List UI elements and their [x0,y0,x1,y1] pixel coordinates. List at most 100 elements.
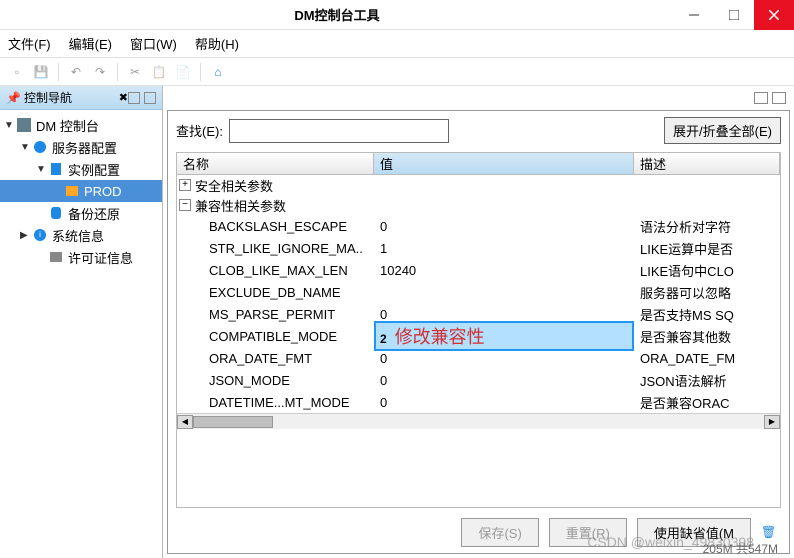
parameter-table: 名称 值 描述 + 安全相关参数 − 兼容性相关参数 BACKSLASH_ESC… [176,152,781,508]
nav-pin-icon[interactable]: 📌 [6,91,20,105]
cell-name: EXCLUDE_DB_NAME [177,285,374,300]
search-row: 查找(E): 展开/折叠全部(E) [176,117,781,144]
panel-minimize-icon[interactable] [754,92,768,104]
tree-item-license-info[interactable]: 许可证信息 [0,246,162,268]
nav-maximize-icon[interactable] [144,92,156,104]
nav-tree: DM 控制台 服务器配置 实例配置 PROD 备份还原 [0,110,162,272]
tree-label: DM 控制台 [36,116,99,135]
cell-value[interactable]: 10240 [374,263,634,278]
value-text: 2 [380,332,387,346]
content-panel: 查找(E): 展开/折叠全部(E) 名称 值 描述 + 安全相关参数 − [163,86,794,558]
menu-file[interactable]: 文件(F) [8,34,51,53]
expand-arrow-icon[interactable] [20,230,32,241]
table-row[interactable]: EXCLUDE_DB_NAME 服务器可以忽略 [177,281,780,303]
tree-item-system-info[interactable]: i 系统信息 [0,224,162,246]
save-button[interactable]: 保存(S) [461,518,538,547]
table-row[interactable]: CLOB_LIKE_MAX_LEN 10240 LIKE语句中CLO [177,259,780,281]
scroll-left-icon[interactable]: ◀ [177,415,193,429]
nav-close-icon[interactable]: ✖ [119,91,128,104]
cell-value[interactable]: 1 [374,241,634,256]
search-input[interactable] [229,119,449,143]
scroll-thumb[interactable] [193,416,273,428]
workspace: 📌 控制导航 ✖ DM 控制台 服务器配置 实例配置 [0,86,794,558]
nav-header: 📌 控制导航 ✖ [0,86,162,110]
toolbar: ▫ 💾 ↶ ↷ ✂ 📋 📄 ⌂ [0,58,794,86]
scroll-right-icon[interactable]: ▶ [764,415,780,429]
menu-window[interactable]: 窗口(W) [130,34,177,53]
tree-label: 服务器配置 [52,138,117,157]
new-icon[interactable]: ▫ [8,63,26,81]
copy-icon[interactable]: 📋 [150,63,168,81]
tree-item-root[interactable]: DM 控制台 [0,114,162,136]
cell-name: CLOB_LIKE_MAX_LEN [177,263,374,278]
panel-maximize-icon[interactable] [772,92,786,104]
cell-value[interactable]: 0 [374,373,634,388]
save-icon[interactable]: 💾 [32,63,50,81]
nav-panel: 📌 控制导航 ✖ DM 控制台 服务器配置 实例配置 [0,86,163,558]
column-name-header[interactable]: 名称 [177,153,374,174]
cell-desc: 服务器可以忽略 [634,283,780,302]
tree-label: 备份还原 [68,204,120,223]
cell-value-editing[interactable]: 2 修改兼容性 [374,321,634,351]
table-row[interactable]: STR_LIKE_IGNORE_MA.. 1 LIKE运算中是否 [177,237,780,259]
table-row[interactable]: DATETIME...MT_MODE 0 是否兼容ORAC [177,391,780,413]
tree-item-instance-config[interactable]: 实例配置 [0,158,162,180]
cell-value[interactable]: 0 [374,219,634,234]
menu-help[interactable]: 帮助(H) [195,34,239,53]
menubar: 文件(F) 编辑(E) 窗口(W) 帮助(H) [0,30,794,58]
cell-name: BACKSLASH_ESCAPE [177,219,374,234]
table-row[interactable]: ORA_DATE_FMT 0 ORA_DATE_FM [177,347,780,369]
table-row[interactable]: JSON_MODE 0 JSON语法解析 [177,369,780,391]
collapse-minus-icon[interactable]: − [179,199,191,211]
home-icon[interactable]: ⌂ [209,63,227,81]
expand-arrow-icon[interactable] [20,142,32,153]
expand-arrow-icon[interactable] [4,120,16,131]
undo-icon[interactable]: ↶ [67,63,85,81]
tree-item-prod[interactable]: PROD [0,180,162,202]
minimize-button[interactable] [674,0,714,30]
expand-collapse-button[interactable]: 展开/折叠全部(E) [664,117,781,144]
group-label: 兼容性相关参数 [195,196,286,215]
cell-value[interactable]: 0 [374,351,634,366]
tree-item-server-config[interactable]: 服务器配置 [0,136,162,158]
cell-name: ORA_DATE_FMT [177,351,374,366]
tree-label: 许可证信息 [68,248,133,267]
expand-arrow-icon[interactable] [36,164,48,175]
tree-item-backup-restore[interactable]: 备份还原 [0,202,162,224]
cell-value[interactable]: 0 [374,395,634,410]
cell-value[interactable]: 0 [374,307,634,322]
tree-label: PROD [84,184,122,199]
cell-name: MS_PARSE_PERMIT [177,307,374,322]
cell-name: DATETIME...MT_MODE [177,395,374,410]
license-icon [48,249,64,265]
cell-desc: LIKE运算中是否 [634,239,780,258]
info-icon: i [32,227,48,243]
server-icon [16,117,32,133]
window-title: DM控制台工具 [0,5,674,24]
table-row-editing[interactable]: COMPATIBLE_MODE 2修改兼容性 是否兼容其他数 [177,325,780,347]
cell-name: JSON_MODE [177,373,374,388]
menu-edit[interactable]: 编辑(E) [69,34,112,53]
close-button[interactable] [754,0,794,30]
group-compat[interactable]: − 兼容性相关参数 [177,195,780,215]
ini-icon [64,183,80,199]
maximize-button[interactable] [714,0,754,30]
cut-icon[interactable]: ✂ [126,63,144,81]
redo-icon[interactable]: ↷ [91,63,109,81]
separator [200,63,201,81]
annotation-text: 修改兼容性 [395,327,485,347]
group-security[interactable]: + 安全相关参数 [177,175,780,195]
expand-plus-icon[interactable]: + [179,179,191,191]
horizontal-scrollbar[interactable]: ◀ ▶ [177,413,780,429]
separator [58,63,59,81]
cell-desc: ORA_DATE_FM [634,351,780,366]
table-row[interactable]: BACKSLASH_ESCAPE 0 语法分析对字符 [177,215,780,237]
content-body: 查找(E): 展开/折叠全部(E) 名称 值 描述 + 安全相关参数 − [167,110,790,554]
column-value-header[interactable]: 值 [374,153,634,174]
window-controls [674,0,794,30]
cell-desc: 是否支持MS SQ [634,305,780,324]
nav-minimize-icon[interactable] [128,92,140,104]
watermark: CSDN @weixin_49830398 [587,534,754,550]
paste-icon[interactable]: 📄 [174,63,192,81]
column-desc-header[interactable]: 描述 [634,153,780,174]
